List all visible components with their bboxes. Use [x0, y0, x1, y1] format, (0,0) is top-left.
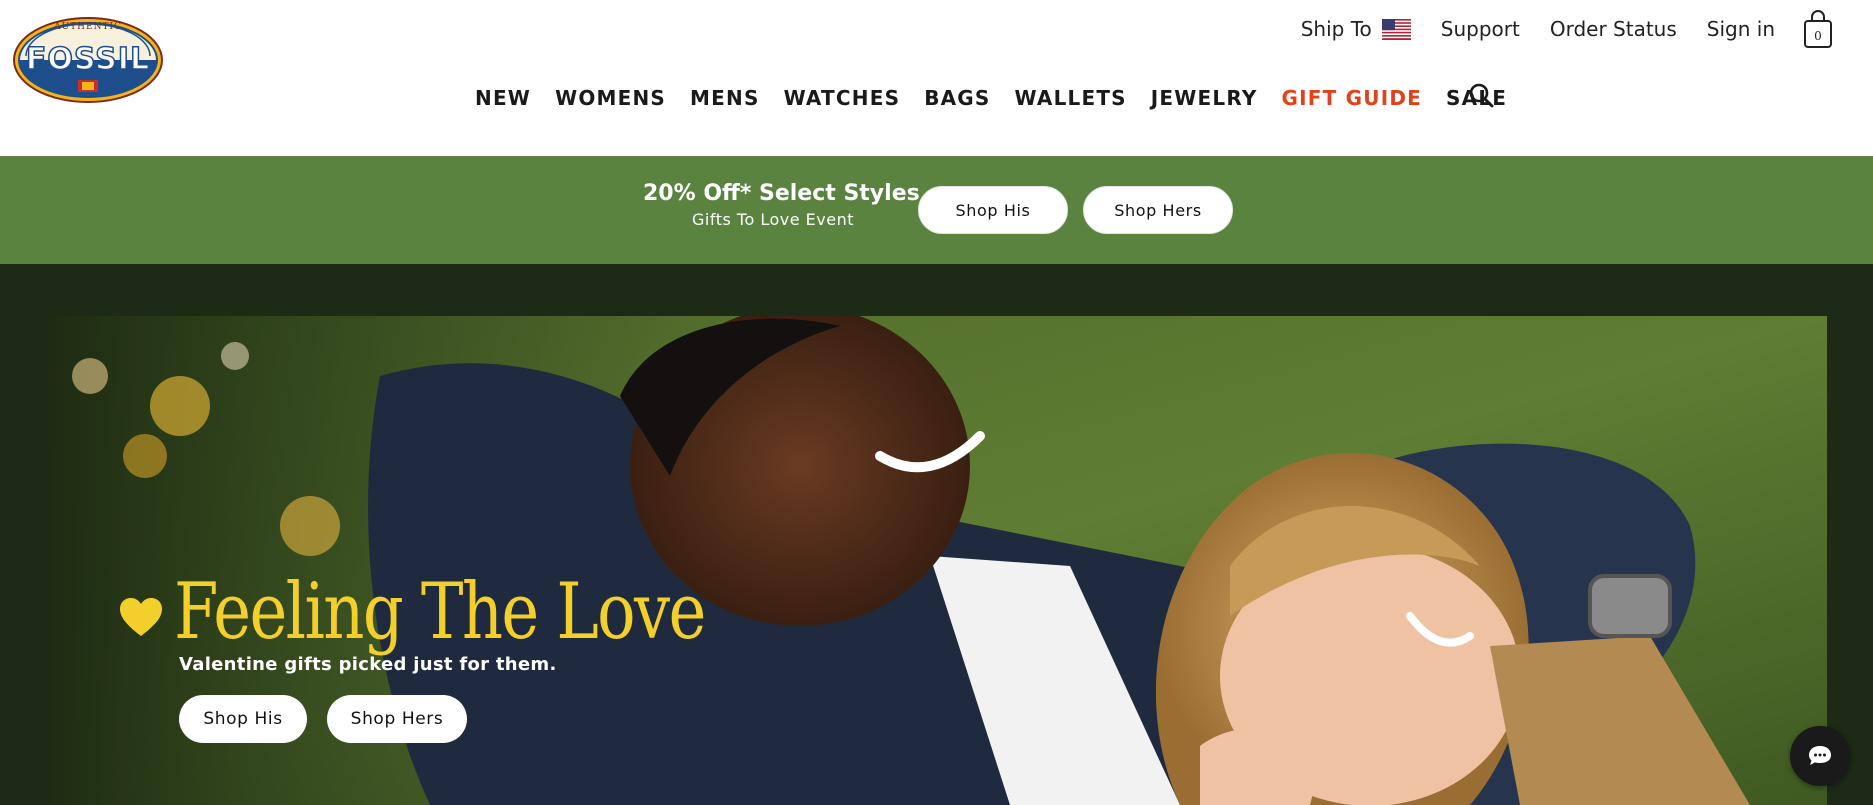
main-nav: NEW WOMENS MENS WATCHES BAGS WALLETS JEW… [475, 84, 1531, 112]
promo-shop-his-button[interactable]: Shop His [918, 186, 1068, 234]
ship-to-label: Ship To [1300, 17, 1372, 41]
nav-item-mens[interactable]: MENS [690, 86, 760, 110]
utility-nav: Ship To Support Order Status Sign in 0 [1301, 10, 1833, 48]
logo-name: FOSSIL [25, 41, 151, 78]
site-header: AUTHENTIC FOSSIL Ship To Support Order S… [0, 0, 1873, 156]
search-icon [1469, 83, 1494, 108]
search-button[interactable] [1468, 82, 1496, 110]
bag-count: 0 [1814, 29, 1822, 43]
hero-copy: Feeling The Love Valentine gifts picked … [118, 566, 821, 743]
promo-banner: 20% Off* Select Styles Gifts To Love Eve… [0, 156, 1873, 264]
hero-title-row: Feeling The Love [118, 566, 821, 658]
promo-text: 20% Off* Select Styles Gifts To Love Eve… [643, 180, 920, 232]
hero-shop-hers-button[interactable]: Shop Hers [327, 695, 467, 743]
fossil-logo[interactable]: AUTHENTIC FOSSIL [12, 16, 164, 104]
promo-subtitle: Gifts To Love Event [692, 210, 854, 229]
hero-buttons: Shop His Shop Hers [179, 695, 821, 743]
logo-top-text: AUTHENTIC [54, 22, 122, 32]
chat-icon [1809, 746, 1831, 765]
heart-icon [120, 598, 162, 636]
nav-item-bags[interactable]: BAGS [924, 86, 990, 110]
nav-item-wallets[interactable]: WALLETS [1015, 86, 1127, 110]
sign-in-link[interactable]: Sign in [1707, 17, 1775, 41]
promo-shop-hers-button[interactable]: Shop Hers [1083, 186, 1233, 234]
nav-item-jewelry[interactable]: JEWELRY [1151, 86, 1258, 110]
hero-title: Feeling The Love [174, 567, 706, 657]
shopping-bag-button[interactable]: 0 [1803, 9, 1833, 49]
nav-item-gift-guide[interactable]: GIFT GUIDE [1282, 86, 1423, 110]
promo-title: 20% Off* Select Styles [643, 181, 920, 206]
ship-to-link[interactable]: Ship To [1301, 17, 1411, 41]
nav-item-womens[interactable]: WOMENS [555, 86, 666, 110]
order-status-link[interactable]: Order Status [1550, 17, 1677, 41]
support-link[interactable]: Support [1441, 17, 1520, 41]
nav-item-watches[interactable]: WATCHES [784, 86, 901, 110]
nav-item-new[interactable]: NEW [475, 86, 531, 110]
us-flag-icon [1381, 18, 1411, 40]
chat-button[interactable] [1790, 726, 1850, 786]
hero-shop-his-button[interactable]: Shop His [179, 695, 307, 743]
